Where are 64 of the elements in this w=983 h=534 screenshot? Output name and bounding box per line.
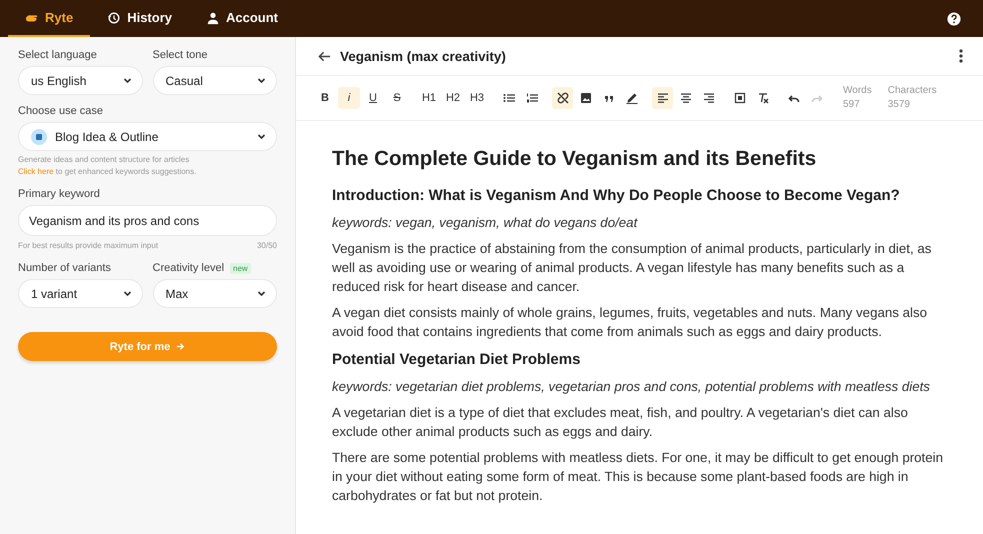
format-button[interactable]: U: [362, 87, 384, 109]
image-icon: [580, 92, 592, 104]
field-label: Select tone: [152, 49, 209, 61]
paragraph: A vegan diet consists mainly of whole grains, legumes, fruits, vegetables and nuts. Many vegans also avoid food that contains ingredients that come from animals such as eggs and dairy products.: [332, 304, 928, 341]
paragraph: A vegetarian diet is a type of diet that excludes meat, fish, and poultry. A vegetarian's diet can also exclude other animal products such as eggs and dairy.: [332, 404, 909, 441]
stat-value: 597: [843, 98, 861, 112]
history-icon: [107, 10, 122, 24]
unlink-button[interactable]: [552, 87, 573, 109]
stat-value: 3579: [888, 98, 911, 112]
align-left-icon: [656, 92, 668, 104]
document-title: Veganism (max creativity): [340, 48, 507, 64]
chevron-down-icon: [257, 289, 266, 298]
document-heading: The Complete Guide to Veganism and its Benefits: [332, 147, 818, 171]
format-button[interactable]: H3: [466, 87, 488, 109]
dropdown[interactable]: us English: [18, 66, 142, 95]
help-icon[interactable]: [947, 12, 961, 26]
document-icon: [31, 128, 47, 144]
bulleted-list-icon: [502, 92, 514, 104]
pen-icon: [626, 92, 638, 104]
field-label: Creativity level: [152, 262, 224, 274]
format-button[interactable]: H2: [442, 87, 464, 109]
more-icon[interactable]: [959, 49, 963, 63]
stat-label: Words: [843, 84, 872, 98]
character-counter: 30/50: [256, 241, 277, 250]
format-button[interactable]: H1: [418, 87, 440, 109]
align-right-icon: [702, 92, 714, 104]
clear-format-icon: [756, 92, 768, 104]
chevron-down-icon: [122, 76, 132, 85]
chevron-down-icon: [122, 289, 132, 298]
chevron-down-icon: [257, 132, 266, 141]
dropdown[interactable]: 1 variant: [18, 279, 142, 308]
person-icon: [206, 10, 220, 24]
numbered-list-icon: [526, 92, 538, 104]
keywords-line: keywords: vegetarian diet problems, vegetarian pros and cons, potential problems with meatless diets: [332, 378, 931, 396]
chevron-down-icon: [257, 76, 266, 85]
field-label: Number of variants: [18, 262, 112, 274]
back-arrow-icon[interactable]: [318, 50, 331, 62]
dropdown[interactable]: Blog Idea & Outline: [18, 122, 277, 151]
dropdown[interactable]: Casual: [152, 66, 277, 95]
section-heading: Introduction: What is Veganism And Why Do People Choose to Become Vegan?: [332, 187, 901, 204]
frame-icon: [734, 92, 746, 104]
paragraph: There are some potential problems with meatless diets. For one, it may be difficult to get enough protein in your diet without eating some form of meat. This is because some plant-based foods are high in carbohydrates or fat but not protein.: [332, 449, 943, 505]
dropdown[interactable]: Max: [152, 279, 277, 308]
stat-label: Characters: [888, 84, 937, 98]
nav-tab[interactable]: Account: [188, 0, 295, 37]
field-label: Select language: [18, 49, 98, 61]
helper-text: Generate ideas and content structure for articles: [18, 155, 190, 164]
helper-text: Click here to get enhanced keywords suggestions.: [18, 167, 198, 176]
keywords-line: keywords: vegan, veganism, what do vegans do/eat: [332, 214, 639, 232]
unlink-icon: [556, 92, 568, 104]
format-button[interactable]: B: [314, 87, 336, 109]
field-label: Primary keyword: [18, 188, 101, 200]
align-left-button[interactable]: [652, 87, 673, 109]
format-button[interactable]: i: [338, 87, 360, 109]
nav-tab[interactable]: History: [90, 0, 189, 37]
section-heading: Potential Vegetarian Diet Problems: [332, 351, 582, 368]
field-label: Choose use case: [18, 105, 104, 117]
new-badge: new: [230, 262, 251, 274]
align-center-icon: [680, 92, 692, 104]
format-button[interactable]: S: [386, 87, 408, 109]
arrow-right-icon: [176, 342, 186, 351]
keyword-input[interactable]: Veganism and its pros and cons: [18, 205, 277, 236]
paragraph: Veganism is the practice of abstaining from the consumption of animal products, particularly in diet, as well as avoiding use or wearing of animal products. A vegan lifestyle has many benefits such as a reduced risk for heart disease and cancer.: [332, 240, 932, 296]
helper-text: For best results provide maximum input: [18, 241, 158, 250]
